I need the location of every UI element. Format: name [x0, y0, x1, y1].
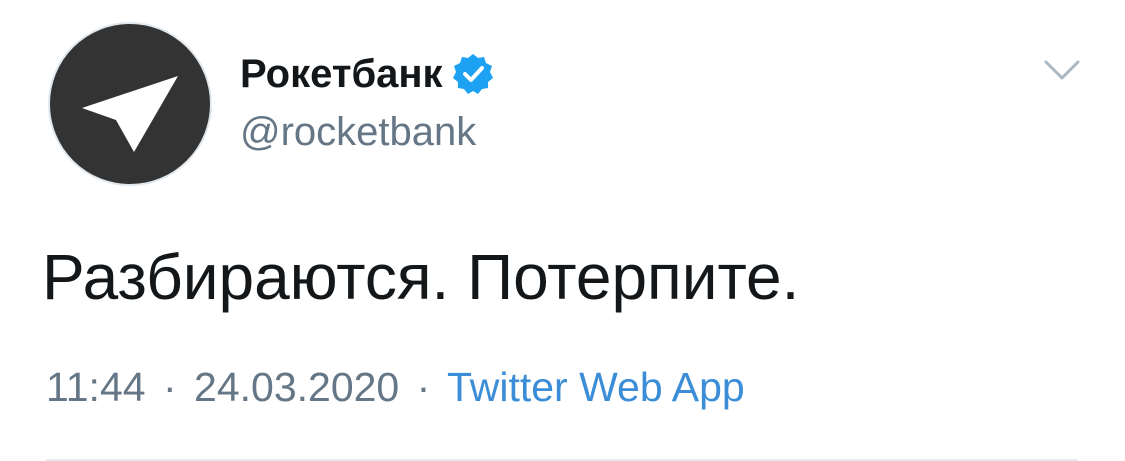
author-name-row: Рокетбанк	[240, 46, 495, 102]
tweet-card: Рокетбанк @rocketbank Разбираются. Потер…	[0, 0, 1125, 461]
tweet-date[interactable]: 24.03.2020	[194, 364, 399, 410]
verified-badge-icon	[452, 54, 493, 94]
paper-plane-arrow-icon	[82, 76, 178, 152]
chevron-down-icon[interactable]	[1040, 52, 1084, 88]
tweet-source-link[interactable]: Twitter Web App	[447, 364, 745, 410]
meta-separator: ·	[416, 364, 431, 410]
tweet-text: Разбираются. Потерпите.	[42, 241, 800, 313]
author-handle[interactable]: @rocketbank	[240, 110, 476, 155]
tweet-time[interactable]: 11:44	[46, 364, 146, 410]
author-display-name[interactable]: Рокетбанк	[240, 52, 443, 97]
meta-separator: ·	[162, 364, 177, 410]
author-avatar[interactable]	[48, 22, 212, 186]
tweet-metadata: 11:44 · 24.03.2020 · Twitter Web App	[46, 364, 745, 411]
